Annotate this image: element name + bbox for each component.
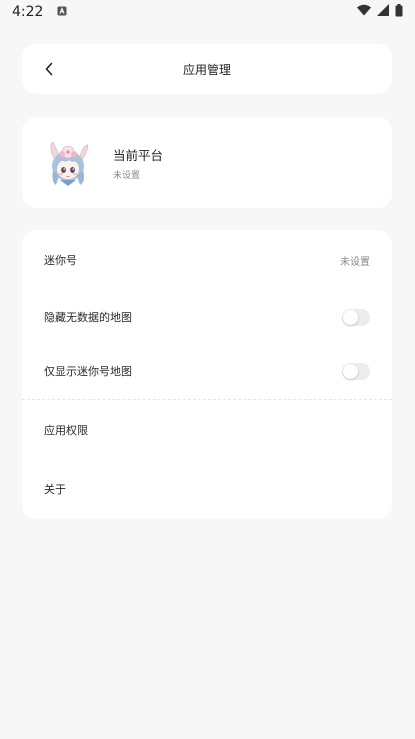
about-label: 关于	[44, 483, 66, 496]
toggle-knob	[343, 363, 358, 379]
hide-no-data-maps-toggle[interactable]	[342, 308, 370, 326]
mini-id-label: 迷你号	[44, 254, 77, 267]
hide-no-data-maps-label: 隐藏无数据的地图	[44, 311, 132, 324]
avatar	[46, 140, 90, 186]
app-permissions-row[interactable]: 应用权限	[22, 419, 392, 441]
toggle-knob	[343, 309, 358, 325]
header-card: 应用管理	[22, 44, 392, 94]
status-time: 4:22	[12, 4, 44, 20]
mini-id-value: 未设置	[340, 256, 370, 268]
platform-title: 当前平台	[113, 148, 164, 163]
section-divider	[22, 399, 392, 400]
app-permissions-label: 应用权限	[44, 424, 88, 437]
hide-no-data-maps-row: 隐藏无数据的地图	[22, 306, 392, 328]
show-only-mini-maps-label: 仅显示迷你号地图	[44, 365, 132, 378]
wifi-icon	[357, 4, 371, 20]
signal-icon	[377, 4, 389, 20]
status-left: 4:22	[12, 4, 67, 20]
mini-id-row[interactable]: 迷你号 未设置	[22, 249, 392, 271]
settings-card: 迷你号 未设置 隐藏无数据的地图 仅显示迷你号地图 应用权限 关于	[22, 230, 392, 519]
show-only-mini-maps-toggle[interactable]	[342, 362, 370, 380]
notification-icon	[57, 4, 67, 20]
status-bar: 4:22	[0, 0, 415, 24]
status-right	[357, 3, 403, 21]
platform-subtitle: 未设置	[113, 171, 141, 181]
about-row[interactable]: 关于	[22, 478, 392, 500]
battery-icon	[395, 3, 403, 21]
show-only-mini-maps-row: 仅显示迷你号地图	[22, 360, 392, 382]
page-title: 应用管理	[182, 62, 231, 77]
platform-card[interactable]: 当前平台 未设置	[22, 117, 392, 208]
